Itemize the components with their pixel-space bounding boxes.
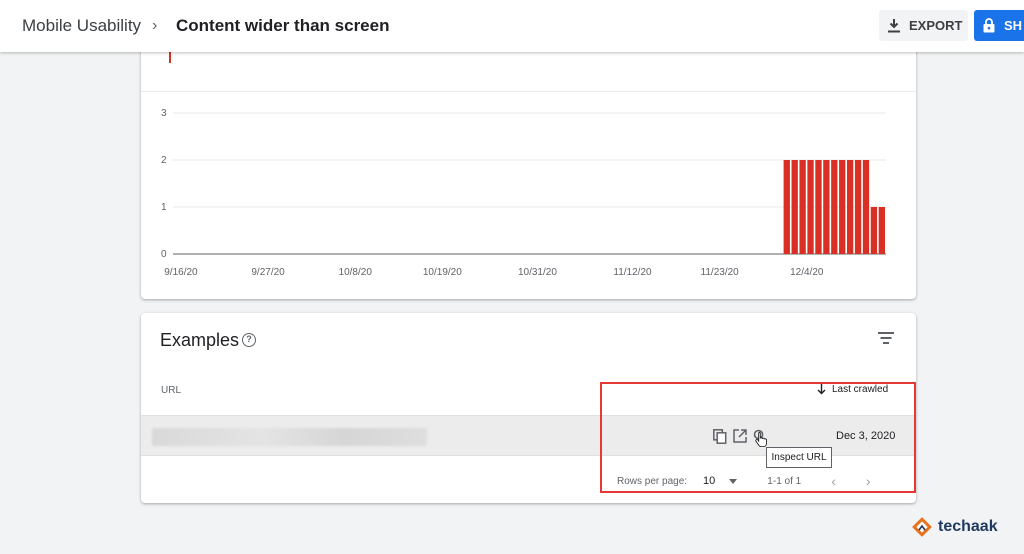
x-tick-label: 12/4/20 — [790, 267, 824, 278]
techaak-logo-icon — [912, 517, 932, 537]
export-button[interactable]: EXPORT — [879, 10, 968, 41]
download-icon — [888, 18, 900, 32]
y-tick-label: 1 — [161, 202, 167, 213]
x-tick-label: 9/27/20 — [251, 267, 285, 278]
chart-bar — [791, 160, 798, 254]
x-tick-label: 9/16/20 — [164, 267, 198, 278]
chart-bar — [878, 207, 885, 254]
y-tick-label: 3 — [161, 108, 167, 119]
page-title: Content wider than screen — [176, 16, 390, 35]
x-tick-label: 10/19/20 — [423, 267, 462, 278]
top-app-bar: Mobile Usability › Content wider than sc… — [0, 0, 1024, 52]
lock-icon — [983, 18, 995, 33]
column-header-url[interactable]: URL — [161, 385, 181, 396]
filter-icon[interactable] — [877, 332, 895, 346]
chart-bar — [870, 207, 878, 254]
breadcrumb-parent[interactable]: Mobile Usability — [22, 0, 141, 52]
examples-title: Examples — [160, 330, 240, 350]
y-tick-label: 2 — [161, 155, 167, 166]
issues-bar-chart: 0 1 2 3 9/16/20 9/27/20 10/8/20 10/19/20 10/31/2… — [161, 108, 886, 278]
share-label: SH — [1004, 18, 1023, 33]
chart-card: 0 1 2 3 9/16/20 9/27/20 10/8/20 10/19/20 10/31/2… — [141, 40, 916, 299]
highlight-annotation-box — [600, 382, 916, 493]
chart-bar — [799, 160, 806, 254]
brand-name: techaak — [938, 518, 998, 535]
chart-bar — [783, 160, 790, 254]
chart-bar — [862, 160, 870, 254]
x-tick-label: 11/12/20 — [613, 267, 652, 278]
breadcrumb-separator: › — [152, 17, 158, 34]
chart-bar — [854, 160, 862, 254]
y-tick-label: 0 — [161, 249, 167, 260]
export-label: EXPORT — [909, 18, 963, 33]
chart-bar — [823, 160, 830, 254]
url-cell-redacted[interactable] — [152, 428, 427, 446]
chart-bar — [839, 160, 846, 254]
chart-bar — [831, 160, 838, 254]
chart-bar — [846, 160, 854, 254]
chart-bar — [815, 160, 822, 254]
help-icon[interactable]: ? — [242, 333, 256, 347]
chart-bar — [807, 160, 814, 254]
brand-watermark: techaak — [910, 515, 998, 539]
x-tick-label: 10/8/20 — [339, 267, 373, 278]
x-tick-label: 10/31/20 — [518, 267, 557, 278]
share-button[interactable]: SH — [974, 10, 1024, 41]
x-tick-label: 11/23/20 — [701, 267, 740, 278]
